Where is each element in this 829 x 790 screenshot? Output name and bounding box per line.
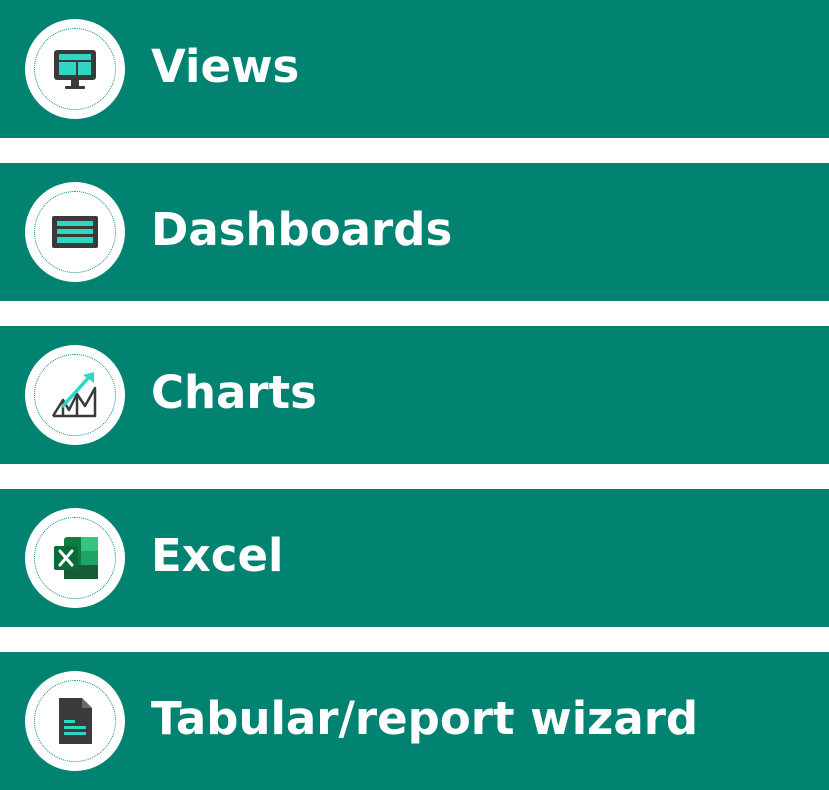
- report-document-icon: [59, 698, 92, 744]
- menu-item-label: Dashboards: [151, 203, 453, 256]
- icon-badge: [25, 182, 125, 282]
- menu-item-label: Views: [151, 40, 300, 93]
- icon-badge: [25, 19, 125, 119]
- icon-badge: [25, 671, 125, 771]
- menu-item-charts[interactable]: Charts: [0, 326, 829, 464]
- menu-item-label: Excel: [151, 529, 284, 582]
- icon-badge: [25, 508, 125, 608]
- menu-item-excel[interactable]: Excel: [0, 489, 829, 627]
- menu-item-label: Tabular/report wizard: [151, 692, 699, 745]
- monitor-icon: [54, 50, 96, 89]
- dashboard-icon: [52, 216, 98, 248]
- icon-badge: [25, 345, 125, 445]
- excel-icon: [54, 537, 98, 579]
- menu-item-views[interactable]: Views: [0, 0, 829, 138]
- menu-item-label: Charts: [151, 366, 317, 419]
- menu-item-tabular-report-wizard[interactable]: Tabular/report wizard: [0, 652, 829, 790]
- chart-icon: [51, 372, 97, 418]
- menu-item-dashboards[interactable]: Dashboards: [0, 163, 829, 301]
